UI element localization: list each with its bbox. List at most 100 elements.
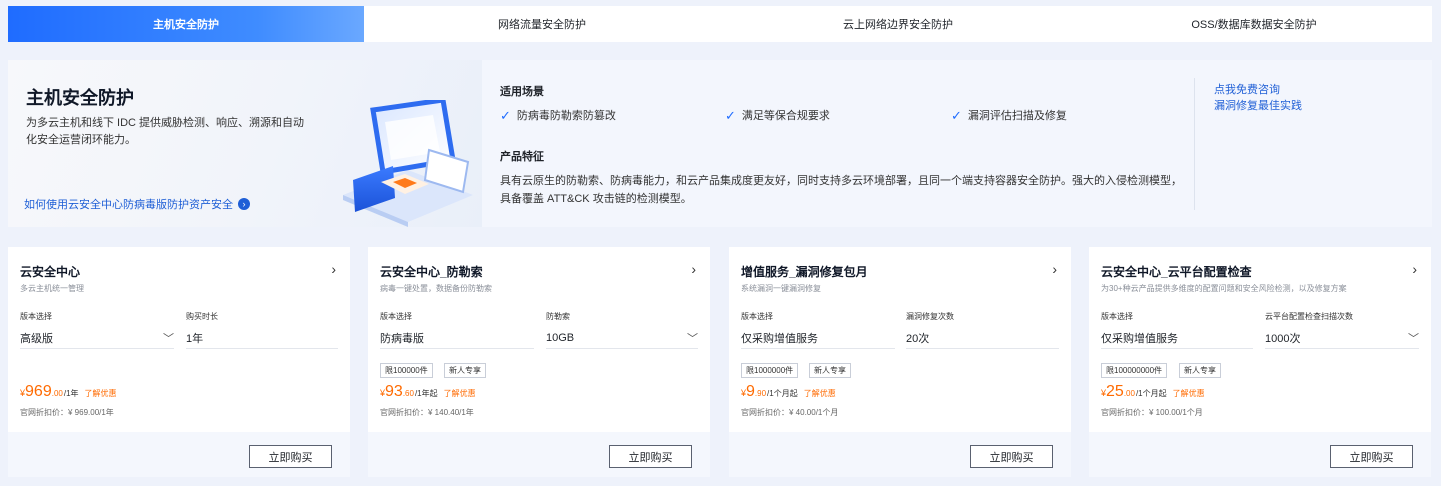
hero-divider: [1194, 78, 1195, 210]
buy-now-button[interactable]: 立即购买: [1330, 445, 1413, 468]
version-select[interactable]: 高级版 ﹀: [20, 327, 174, 349]
card-subtitle: 病毒一键处置，数据备份防勒索: [380, 284, 492, 293]
version-label: 版本选择: [20, 312, 52, 321]
original-price: 官网折扣价：¥ 969.00/1年: [20, 408, 114, 417]
limit-badge: 限100000000件: [1101, 363, 1168, 378]
free-consult-link[interactable]: 点我免费咨询: [1214, 82, 1302, 98]
price: ¥ 9 .90 /1个月起 了解优惠: [741, 383, 836, 401]
chevron-right-icon[interactable]: ›: [1412, 261, 1417, 277]
limit-badge: 限1000000件: [741, 363, 799, 378]
ransomware-capacity-select[interactable]: 10GB ﹀: [546, 327, 698, 349]
price-unit: /1个月起: [1135, 389, 1167, 398]
price-integer: 25: [1106, 383, 1124, 400]
tab-oss-database[interactable]: OSS/数据库数据安全防护: [1076, 6, 1432, 42]
version-select-value: 高级版: [20, 332, 53, 345]
scenario-item: ✓ 防病毒防勒索防篡改: [500, 107, 616, 123]
fix-count-select[interactable]: 20次: [906, 327, 1059, 349]
features-text: 具有云原生的防勒索、防病毒能力，和云产品集成度更友好，同时支持多云环境部署，且同…: [500, 175, 1182, 205]
fix-count-label: 漏洞修复次数: [906, 312, 954, 321]
discount-link[interactable]: 了解优惠: [1173, 388, 1205, 399]
tab-network-traffic[interactable]: 网络流量安全防护: [364, 6, 720, 42]
duration-select[interactable]: 1年: [186, 327, 338, 349]
price: ¥ 969 .00 /1年 了解优惠: [20, 383, 117, 401]
original-price: 官网折扣价：¥ 140.40/1年: [380, 408, 474, 417]
discount-link[interactable]: 了解优惠: [85, 388, 117, 399]
buy-now-button[interactable]: 立即购买: [609, 445, 692, 468]
price-unit: /1年起: [414, 389, 438, 398]
vuln-fix-practice-link[interactable]: 漏洞修复最佳实践: [1214, 98, 1302, 114]
price-integer: 969: [25, 383, 52, 400]
chevron-right-icon[interactable]: ›: [331, 261, 336, 277]
duration-select-value: 1年: [186, 332, 204, 345]
price-decimal: .90: [754, 389, 767, 398]
checkmark-icon: ✓: [500, 107, 511, 123]
card-subtitle: 多云主机统一管理: [20, 284, 84, 293]
price-unit: /1个月起: [767, 389, 798, 398]
price-decimal: .00: [1123, 389, 1135, 398]
limit-badge: 限100000件: [380, 363, 433, 378]
chevron-down-icon: ﹀: [163, 332, 174, 345]
price: ¥ 25 .00 /1个月起 了解优惠: [1101, 383, 1205, 401]
chevron-down-icon: ﹀: [687, 332, 698, 345]
scan-count-label: 云平台配置检查扫描次数: [1265, 312, 1353, 321]
price-integer: 93: [385, 383, 403, 400]
features-title: 产品特征: [500, 151, 544, 163]
card-subtitle: 系统漏洞一键漏洞修复: [741, 284, 821, 293]
product-card-vuln-fix: 增值服务_漏洞修复包月 › 系统漏洞一键漏洞修复 版本选择 仅采购增值服务 漏洞…: [729, 247, 1071, 477]
ransomware-capacity-value: 10GB: [546, 331, 575, 344]
version-label: 版本选择: [741, 312, 773, 321]
fix-count-value: 20次: [906, 332, 930, 345]
tab-cloud-network-boundary[interactable]: 云上网络边界安全防护: [720, 6, 1076, 42]
scenario-item: ✓ 满足等保合规要求: [725, 107, 830, 123]
chevron-right-icon[interactable]: ›: [691, 261, 696, 277]
original-price: 官网折扣价：¥ 100.00/1个月: [1101, 408, 1203, 417]
hero-intro: 主机安全防护 为多云主机和线下 IDC 提供威胁检测、响应、溯源和自动化安全运营…: [8, 60, 482, 227]
version-select[interactable]: 防病毒版: [380, 327, 534, 349]
hero-side-links: 点我免费咨询 漏洞修复最佳实践: [1214, 82, 1302, 114]
new-user-badge: 新人专享: [1179, 363, 1221, 378]
hero-details: 适用场景 ✓ 防病毒防勒索防篡改 ✓ 满足等保合规要求 ✓ 漏洞评估扫描及修复 …: [500, 60, 1190, 227]
price: ¥ 93 .60 /1年起 了解优惠: [380, 383, 476, 401]
checkmark-icon: ✓: [951, 107, 962, 123]
version-select-value: 仅采购增值服务: [741, 332, 818, 345]
price-decimal: .00: [51, 389, 63, 398]
arrow-right-circle-icon: ›: [238, 198, 250, 210]
buy-now-button[interactable]: 立即购买: [970, 445, 1053, 468]
price-integer: 9: [746, 383, 755, 400]
scenario-label: 防病毒防勒索防篡改: [516, 110, 616, 122]
buy-now-button[interactable]: 立即购买: [249, 445, 332, 468]
product-card-config-check: 云安全中心_云平台配置检查 › 为30+种云产品提供多维度的配置问题和安全风险检…: [1089, 247, 1431, 477]
hero-title: 主机安全防护: [26, 88, 134, 108]
scenario-label: 满足等保合规要求: [741, 110, 830, 122]
version-select-value: 仅采购增值服务: [1101, 332, 1178, 345]
version-select[interactable]: 仅采购增值服务: [741, 327, 895, 349]
hero-guide-link-text: 如何使用云安全中心防病毒版防护资产安全: [24, 199, 233, 211]
chevron-right-icon[interactable]: ›: [1052, 261, 1057, 277]
hero-guide-link[interactable]: 如何使用云安全中心防病毒版防护资产安全 ›: [24, 196, 250, 212]
product-card-security-center: 云安全中心 › 多云主机统一管理 版本选择 高级版 ﹀ 购买时长 1年 ¥ 96…: [8, 247, 350, 477]
version-label: 版本选择: [1101, 312, 1133, 321]
card-subtitle: 为30+种云产品提供多维度的配置问题和安全风险检测，以及修复方案: [1101, 284, 1347, 293]
card-title: 云安全中心: [20, 265, 81, 279]
discount-link[interactable]: 了解优惠: [444, 388, 476, 399]
scenarios-title: 适用场景: [500, 86, 544, 98]
scenario-item: ✓ 漏洞评估扫描及修复: [951, 107, 1067, 123]
tab-host-security[interactable]: 主机安全防护: [8, 6, 364, 42]
card-title: 增值服务_漏洞修复包月: [741, 265, 868, 279]
version-select[interactable]: 仅采购增值服务: [1101, 327, 1253, 349]
scan-count-select[interactable]: 1000次 ﹀: [1265, 327, 1419, 349]
original-price: 官网折扣价：¥ 40.00/1个月: [741, 408, 839, 417]
scenario-label: 漏洞评估扫描及修复: [967, 110, 1067, 122]
card-title: 云安全中心_防勒索: [380, 265, 483, 279]
version-label: 版本选择: [380, 312, 412, 321]
checkmark-icon: ✓: [725, 107, 736, 123]
new-user-badge: 新人专享: [444, 363, 486, 378]
discount-link[interactable]: 了解优惠: [804, 388, 836, 399]
product-tabs: 主机安全防护 网络流量安全防护 云上网络边界安全防护 OSS/数据库数据安全防护: [8, 6, 1432, 42]
version-select-value: 防病毒版: [380, 332, 424, 345]
price-unit: /1年: [63, 389, 79, 398]
price-decimal: .60: [402, 389, 414, 398]
chevron-down-icon: ﹀: [1408, 332, 1419, 345]
ransomware-label: 防勒索: [546, 312, 570, 321]
hero-panel: 主机安全防护 为多云主机和线下 IDC 提供威胁检测、响应、溯源和自动化安全运营…: [8, 60, 1432, 227]
